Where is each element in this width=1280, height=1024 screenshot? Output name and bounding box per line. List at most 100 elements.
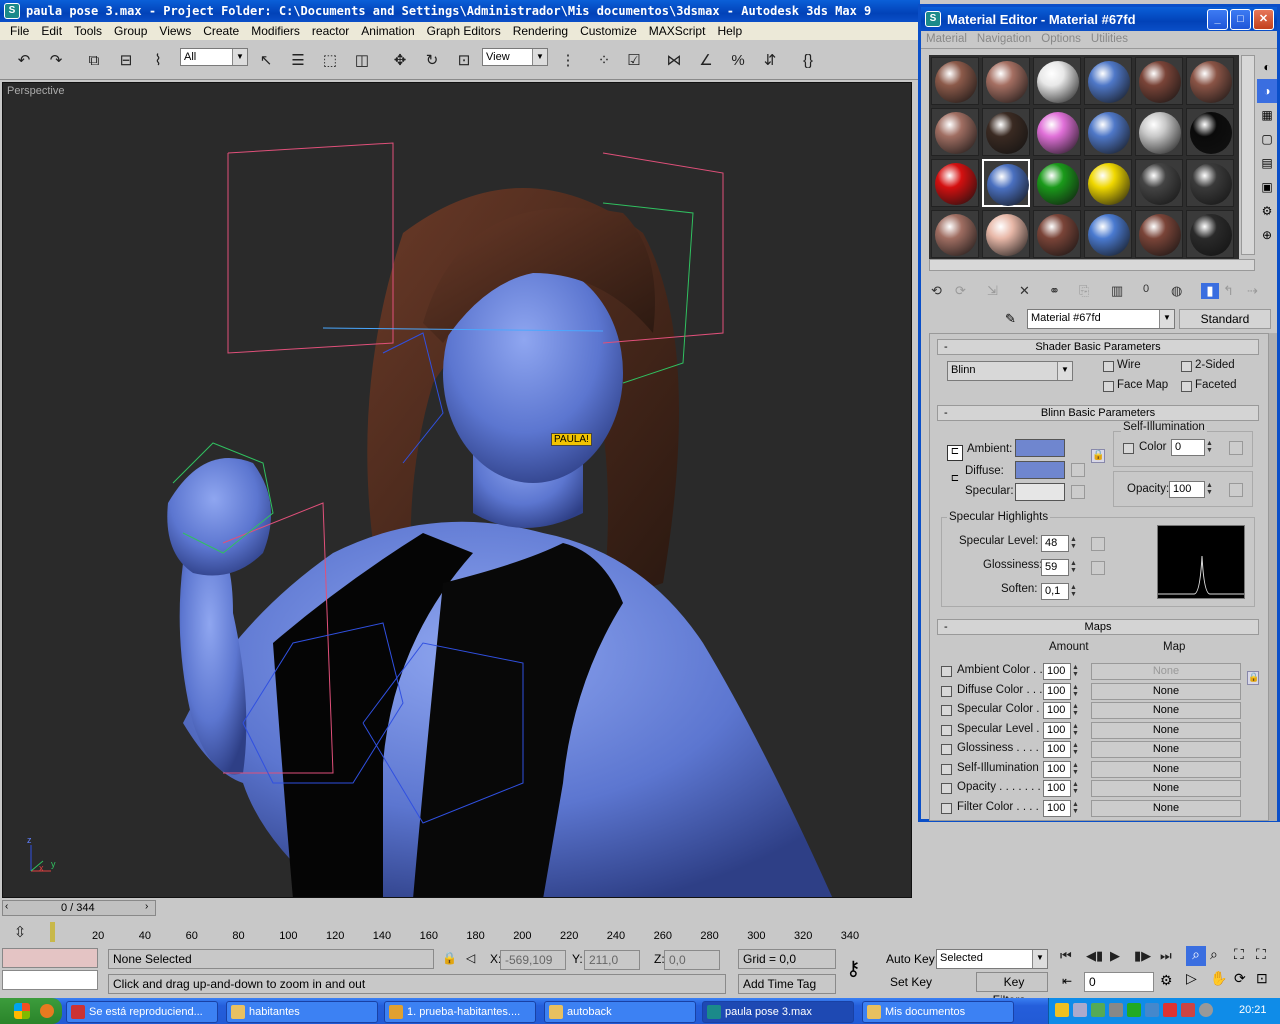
blinn-basic-rollout[interactable]: - Blinn Basic Parameters (937, 405, 1259, 421)
map-enable-checkbox[interactable] (941, 724, 952, 736)
make-unique-icon[interactable]: ⚭ (1049, 283, 1060, 299)
time-slider[interactable]: ‹ 0 / 344 › (2, 900, 156, 916)
menu-group[interactable]: Group (108, 24, 153, 38)
backlight-icon[interactable]: ◑ (1257, 79, 1277, 103)
sample-uv-tiling-icon[interactable]: ▢ (1257, 127, 1277, 151)
map-enable-checkbox[interactable] (941, 783, 952, 794)
main-title-bar[interactable]: S paula pose 3.max - Project Folder: C:\… (0, 0, 920, 22)
select-and-manipulate-icon[interactable]: ⁘ (592, 48, 616, 72)
rectangular-selection-icon[interactable]: ⬚ (318, 48, 342, 72)
parameters-scrollbar[interactable] (1269, 333, 1277, 821)
sample-slot[interactable] (1135, 57, 1183, 105)
map-enable-checkbox[interactable] (941, 705, 952, 716)
menu-create[interactable]: Create (197, 24, 245, 38)
zoom-extents-icon[interactable]: ⛶ (1234, 946, 1244, 963)
map-slot-button[interactable]: None (1091, 760, 1241, 778)
taskbar-item[interactable]: habitantes (226, 1001, 378, 1023)
spinner-snap-icon[interactable]: ⇵ (758, 48, 782, 72)
map-amount-spinner[interactable]: 100 ▲ ▼ (1043, 721, 1079, 739)
specular-map-button[interactable] (1071, 485, 1085, 499)
map-amount-spinner[interactable]: 100 ▲ ▼ (1043, 682, 1079, 700)
spinner-arrows-icon[interactable]: ▲ ▼ (1072, 684, 1082, 699)
z-coordinate-field[interactable]: 0,0 (664, 950, 720, 970)
lock-icon[interactable]: 🔒 (442, 951, 457, 965)
tray-warning-icon[interactable] (1163, 1003, 1177, 1017)
self-illum-value-spinner[interactable]: 0 ▲ ▼ (1171, 439, 1213, 456)
spinner-arrows-icon[interactable]: ▲ ▼ (1072, 762, 1082, 777)
keyboard-shortcut-override-icon[interactable]: ☑ (622, 48, 646, 72)
sample-slot[interactable] (1135, 108, 1183, 156)
tray-messenger-icon[interactable] (1145, 1003, 1159, 1017)
menu-maxscript[interactable]: MAXScript (643, 24, 712, 38)
soften-spinner[interactable]: 0,1 ▲ ▼ (1041, 583, 1077, 600)
sample-slot[interactable] (982, 57, 1030, 105)
glossiness-spinner[interactable]: 59 ▲ ▼ (1041, 559, 1077, 576)
play-icon[interactable]: ▶ (1110, 948, 1120, 964)
specular-level-spinner[interactable]: 48 ▲ ▼ (1041, 535, 1077, 552)
go-to-start-icon[interactable]: ⏮ (1060, 948, 1072, 964)
menu-views[interactable]: Views (153, 24, 197, 38)
sample-type-icon[interactable]: ◐ (1257, 55, 1277, 79)
sample-slot[interactable] (1084, 108, 1132, 156)
map-amount-spinner[interactable]: 100 ▲ ▼ (1043, 663, 1079, 680)
sample-slot[interactable] (1084, 57, 1132, 105)
tray-network-icon[interactable] (1091, 1003, 1105, 1017)
current-frame-field[interactable]: 0 (1084, 972, 1154, 992)
map-enable-checkbox[interactable] (941, 763, 952, 775)
opacity-spinner[interactable]: 100 ▲ ▼ (1169, 481, 1213, 498)
track-bar-toggle-icon[interactable]: ⇳ (8, 920, 32, 944)
video-color-check-icon[interactable]: ▤ (1257, 151, 1277, 175)
zoom-extents-all-icon[interactable]: ⛶ (1256, 946, 1266, 963)
map-slot-button[interactable]: None (1091, 721, 1241, 739)
sample-slot[interactable] (931, 108, 979, 156)
map-enable-checkbox[interactable] (941, 685, 952, 697)
material-name-field[interactable]: Material #67fd ▼ (1027, 309, 1175, 329)
tray-update-icon[interactable] (1181, 1003, 1195, 1017)
slots-scrollbar[interactable] (1241, 55, 1255, 255)
sample-slot[interactable] (1186, 57, 1234, 105)
opacity-map-button[interactable] (1229, 483, 1243, 497)
go-to-parent-icon[interactable]: ↰ (1223, 283, 1234, 299)
add-time-tag[interactable]: Add Time Tag (738, 974, 836, 994)
map-slot-button[interactable]: None (1091, 741, 1241, 758)
select-and-link-icon[interactable]: ⧉ (82, 48, 106, 72)
set-key-button[interactable]: Set Key (890, 975, 932, 989)
faceted-checkbox[interactable] (1181, 381, 1192, 392)
absolute-mode-icon[interactable]: ◁ (466, 951, 475, 965)
percent-snap-icon[interactable]: % (726, 48, 750, 72)
map-amount-spinner[interactable]: 100 ▲ ▼ (1043, 760, 1079, 778)
y-coordinate-field[interactable]: 211,0 (584, 950, 640, 970)
map-slot-button[interactable]: None (1091, 780, 1241, 797)
wire-checkbox[interactable] (1103, 361, 1114, 372)
pan-icon[interactable]: ✋ (1210, 970, 1227, 987)
assign-to-selection-icon[interactable]: ⇲ (987, 283, 998, 299)
sample-slot[interactable] (931, 210, 979, 258)
glossiness-map-button[interactable] (1091, 561, 1105, 575)
field-of-view-icon[interactable]: ▷ (1186, 970, 1197, 987)
self-illum-color-checkbox[interactable] (1123, 443, 1134, 454)
pick-material-icon[interactable]: ✎ (1005, 311, 1016, 327)
taskbar-item[interactable]: Mis documentos (862, 1001, 1014, 1023)
window-crossing-icon[interactable]: ◫ (350, 48, 374, 72)
map-enable-checkbox[interactable] (941, 744, 952, 755)
undo-icon[interactable]: ↶ (12, 48, 36, 72)
maximize-button[interactable]: □ (1230, 8, 1251, 30)
shader-basic-rollout[interactable]: - Shader Basic Parameters (937, 339, 1259, 355)
lock-ambient-diffuse-icon[interactable]: ⊏ (947, 445, 963, 461)
effects-channel-value[interactable]: 0 (1143, 283, 1149, 295)
sample-slot[interactable] (1033, 159, 1081, 207)
auto-key-button[interactable]: Auto Key (886, 952, 935, 966)
select-object-icon[interactable]: ↖ (254, 48, 278, 72)
material-editor-title-bar[interactable]: S Material Editor - Material #67fd _ □ ✕ (921, 7, 1277, 31)
snaps-toggle-icon[interactable]: ⋈ (662, 48, 686, 72)
material-type-button[interactable]: Standard (1179, 309, 1271, 329)
specular-level-map-button[interactable] (1091, 537, 1105, 551)
sample-slot[interactable] (931, 159, 979, 207)
time-slider-right-arrow[interactable]: › (145, 901, 148, 912)
sample-slot[interactable] (1135, 210, 1183, 258)
material-effects-channel-icon[interactable]: ▥ (1111, 283, 1123, 299)
time-slider-left-arrow[interactable]: ‹ (5, 901, 8, 912)
spinner-arrows-icon[interactable]: ▲ ▼ (1072, 664, 1082, 679)
redo-icon[interactable]: ↷ (44, 48, 68, 72)
arc-rotate-icon[interactable]: ⟳ (1234, 970, 1246, 987)
